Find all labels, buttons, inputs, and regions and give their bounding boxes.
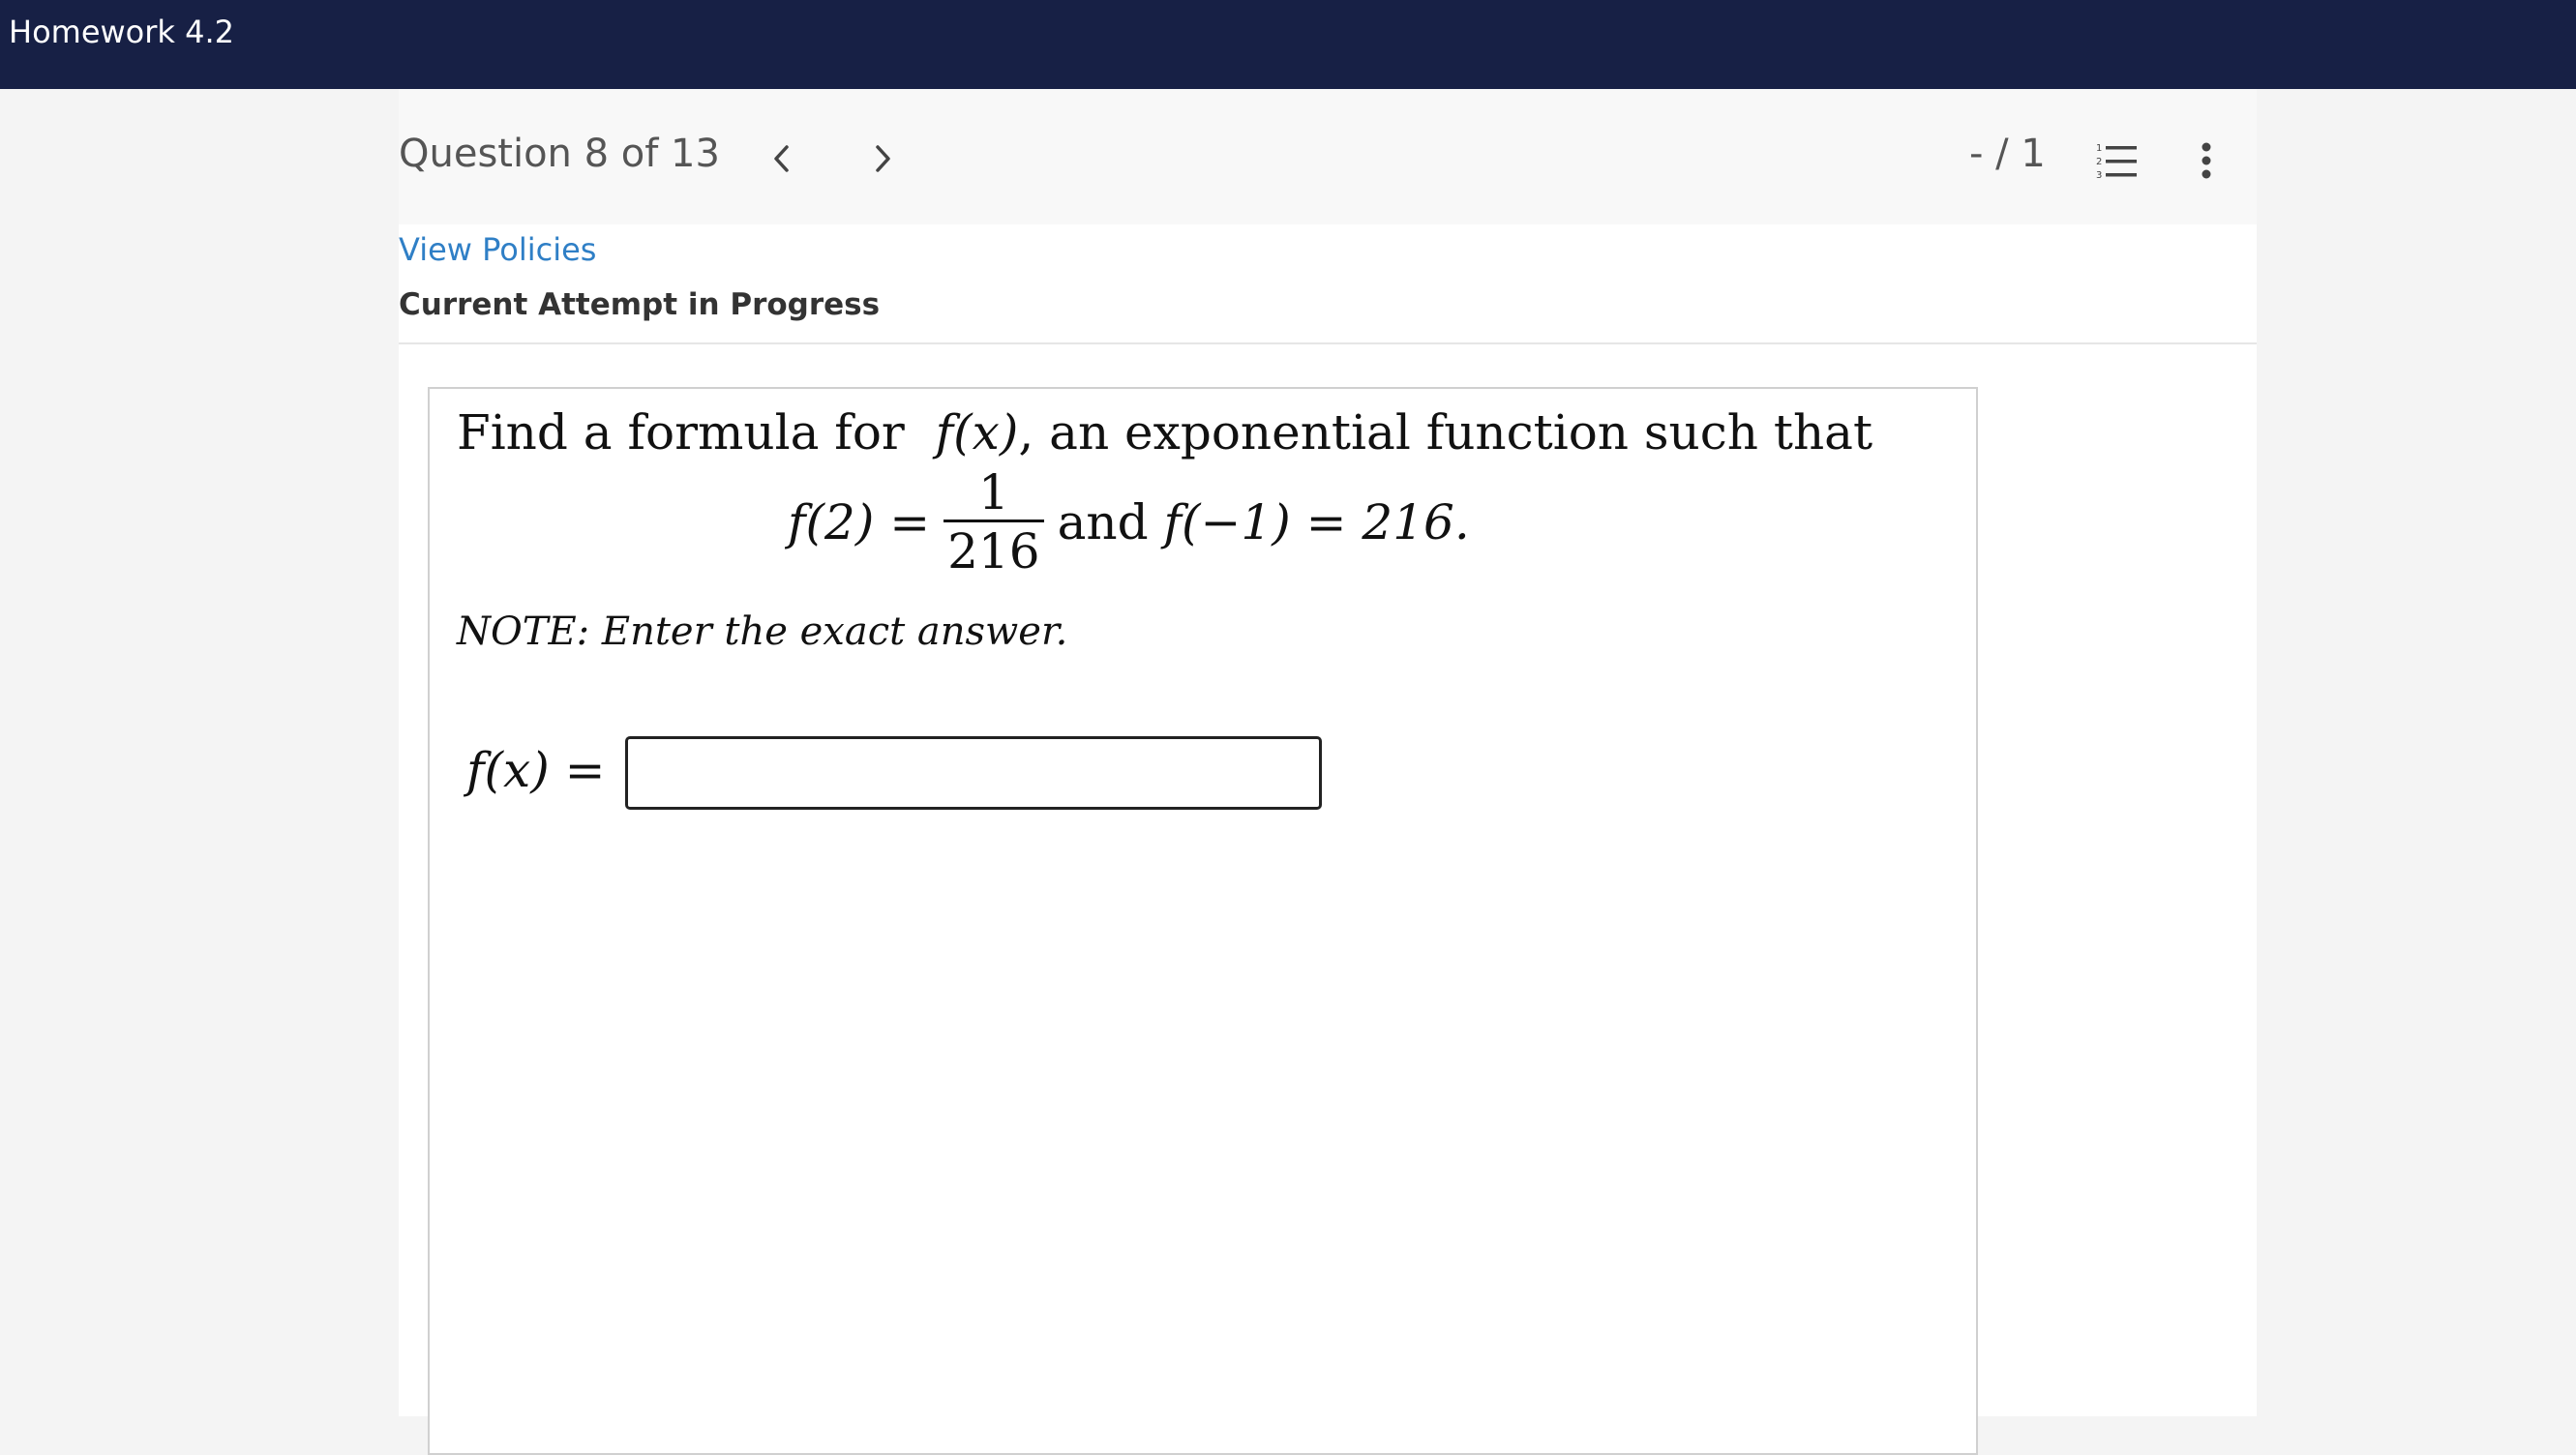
svg-text:2: 2: [2096, 157, 2102, 167]
score-display: - / 1: [1969, 132, 2046, 176]
more-options-button[interactable]: [2201, 141, 2212, 185]
prompt-function: f(x): [935, 404, 1019, 460]
fraction-numerator: 1: [977, 463, 1009, 520]
more-vertical-icon: [2202, 142, 2211, 179]
question-counter: Question 8 of 13: [399, 132, 720, 176]
note-text: NOTE: Enter the exact answer.: [457, 609, 1068, 654]
fraction: 1 216: [944, 463, 1044, 580]
prompt-rest: , an exponential function such that: [1018, 404, 1873, 460]
svg-text:3: 3: [2096, 170, 2102, 180]
f2-expression: f(2) =: [788, 494, 931, 550]
question-prompt: Find a formula for f(x), an exponential …: [457, 404, 1872, 460]
chevron-left-icon: [774, 145, 789, 172]
answer-input[interactable]: [625, 736, 1322, 810]
prompt-intro: Find a formula for: [457, 404, 905, 460]
fneg1-expression: f(−1) = 216.: [1163, 494, 1470, 550]
previous-question-button[interactable]: [763, 139, 801, 178]
next-question-button[interactable]: [863, 139, 902, 178]
attempt-status: Current Attempt in Progress: [399, 287, 881, 322]
numbered-list-icon: 1 2 3: [2096, 143, 2137, 181]
question-box: Find a formula for f(x), an exponential …: [428, 387, 1978, 1455]
view-policies-link[interactable]: View Policies: [399, 231, 596, 268]
svg-text:1: 1: [2096, 143, 2102, 154]
question-header: Question 8 of 13 - / 1 1 2 3: [399, 89, 2257, 224]
chevron-right-icon: [876, 145, 890, 172]
question-list-button[interactable]: 1 2 3: [2096, 141, 2139, 185]
condition-equation: f(2) = 1 216 and f(−1) = 216.: [788, 462, 1470, 582]
top-bar: Homework 4.2: [0, 0, 2576, 89]
answer-label: f(x) =: [466, 742, 606, 798]
assignment-title: Homework 4.2: [9, 14, 234, 50]
fraction-denominator: 216: [947, 522, 1040, 579]
question-panel: View Policies Current Attempt in Progres…: [399, 224, 2257, 1455]
and-text: and: [1057, 494, 1149, 550]
divider: [399, 342, 2257, 344]
